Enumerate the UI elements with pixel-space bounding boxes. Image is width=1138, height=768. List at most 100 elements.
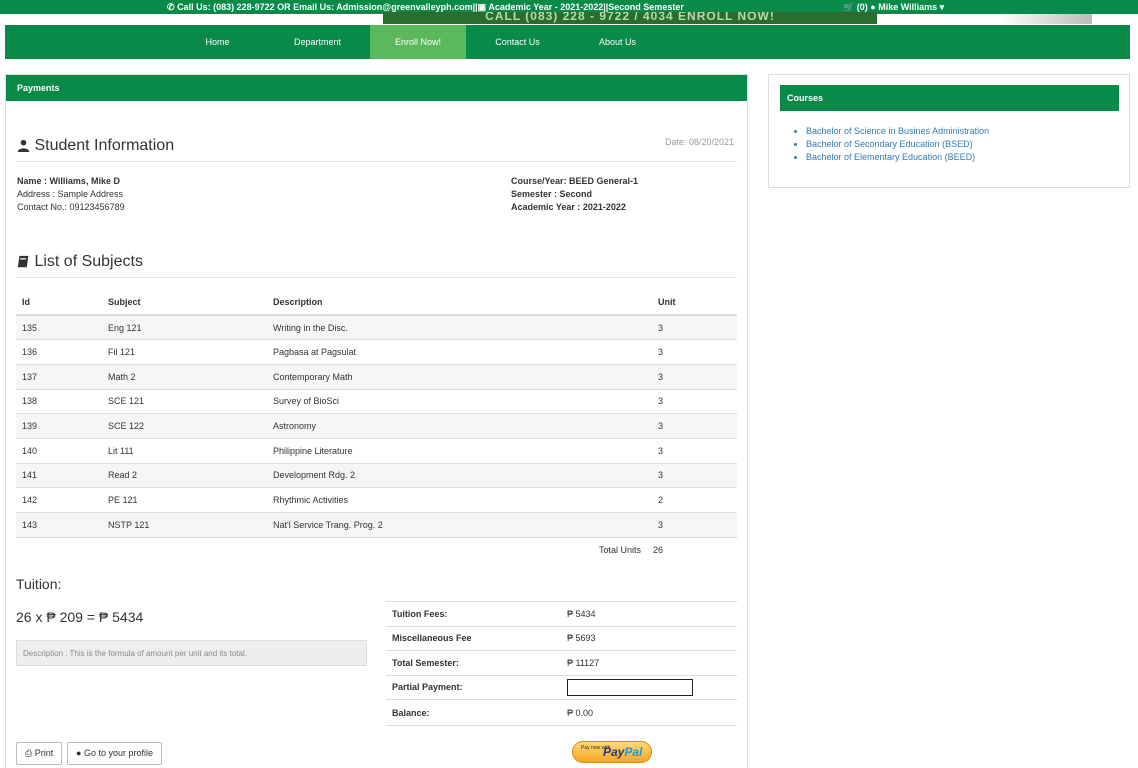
user-menu[interactable]: Mike Williams (878, 2, 937, 12)
phone-icon: ✆ (167, 2, 175, 12)
cell-id: 141 (16, 462, 102, 488)
cell-unit: 3 (652, 339, 737, 365)
user-icon: ● (76, 748, 82, 758)
cell-id: 138 (16, 388, 102, 414)
table-row: 141 Read 2 Development Rdg. 23 (16, 462, 737, 488)
student-info-heading: Student Information (17, 137, 174, 155)
table-row: 136 Fil 121 Pagbasa at Pagsulat 3 (16, 339, 737, 365)
fee-label: Balance: (386, 699, 561, 726)
total-units-value: 26 (653, 545, 664, 555)
banner-fade (1000, 14, 1092, 24)
courses-panel: Courses Bachelor of Science in Busines A… (768, 74, 1130, 188)
cell-unit: 3 (652, 388, 737, 414)
nav-about-us[interactable]: About Us (571, 25, 664, 59)
cart-count[interactable]: (0) (857, 2, 868, 12)
partial-payment-input[interactable] (567, 678, 693, 696)
table-row: 137 Math 2 Contemporary Math 3 (16, 363, 737, 390)
cell-description: Nat'l Service Trang. Prog. 2 (267, 512, 652, 538)
divider (16, 537, 737, 538)
nav-department[interactable]: Department (271, 25, 364, 59)
course-link[interactable]: Bachelor of Science in Busines Administr… (806, 125, 989, 138)
table-row: 138 SCE 121 Survey of BioSci 3 (16, 388, 737, 414)
course-link[interactable]: Bachelor of Elementary Education (BEED) (806, 151, 989, 164)
cell-id: 139 (16, 413, 102, 439)
printer-icon: ⎙ (25, 748, 33, 758)
student-details: Name : Williams, Mike D Address : Sample… (17, 175, 125, 214)
fee-row: Balance: ₱ 0.00 (386, 699, 737, 726)
date-label: Date: 08/20/2021 (665, 137, 735, 147)
cell-subject: SCE 122 (102, 413, 267, 439)
paypal-logo: PayPal (603, 745, 643, 759)
subjects-table: Id Subject Description Unit 135 Eng 121 Wr… (16, 290, 737, 538)
cell-id: 140 (16, 437, 102, 464)
enroll-banner: CALL (083) 228 - 9722 / 4034 ENROLL NOW! (383, 12, 877, 24)
cell-id: 136 (16, 339, 102, 365)
nav-home[interactable]: Home (171, 25, 264, 59)
fee-value: ₱ 5693 (561, 625, 737, 651)
academic-year: Academic Year : 2021-2022 (511, 202, 626, 212)
fee-row: Partial Payment: (386, 674, 737, 700)
cell-unit: 3 (652, 363, 737, 390)
fee-label: Total Semester: (386, 650, 561, 675)
cell-description: Writing in the Disc. (267, 314, 652, 340)
cell-unit: 3 (652, 512, 737, 538)
cell-subject: Math 2 (102, 363, 267, 390)
cell-description: Survey of BioSci (267, 388, 652, 414)
course-year: Course/Year: BEED General-1 (511, 176, 639, 186)
cell-id: 142 (16, 487, 102, 513)
divider (16, 161, 737, 162)
fee-row: Tuition Fees: ₱ 5434 (386, 601, 737, 626)
table-row: 139 SCE 122 Astronomy 3 (16, 413, 737, 439)
fee-label: Tuition Fees: (386, 601, 561, 626)
cell-id: 143 (16, 512, 102, 538)
payments-panel-title: Payments (6, 75, 747, 101)
cell-unit: 3 (652, 462, 737, 488)
user-icon (17, 140, 30, 153)
fee-row: Total Semester: ₱ 11127 (386, 650, 737, 675)
cell-unit: 2 (652, 487, 737, 513)
cell-description: Philippine Literature (267, 437, 652, 464)
cell-unit: 3 (652, 314, 737, 340)
total-units-label: Total Units (599, 545, 642, 555)
enrollment-details: Course/Year: BEED General-1 Semester : S… (511, 175, 638, 214)
table-row: 143 NSTP 121 Nat'l Service Trang. Prog. 23 (16, 512, 737, 538)
fee-label: Partial Payment: (386, 674, 561, 700)
student-address: Address : Sample Address (17, 189, 124, 199)
go-to-profile-button[interactable]: ● Go to your profile (67, 742, 162, 765)
main-navbar: Home Department Enroll Now! Contact Us A… (5, 25, 1130, 59)
subjects-heading: List of Subjects (17, 253, 143, 271)
paypal-button[interactable]: Pay now with PayPal (572, 741, 652, 763)
cart-icon[interactable]: 🛒 (843, 2, 854, 12)
fee-value: ₱ 0.00 (561, 699, 737, 726)
top-info-bar: ✆ Call Us: (083) 228-9722 OR Email Us: A… (0, 0, 1138, 24)
caret-down-icon[interactable]: ▾ (940, 2, 945, 12)
course-link[interactable]: Bachelor of Secondary Education (BSED) (806, 138, 989, 151)
print-button[interactable]: ⎙ Print (16, 742, 63, 765)
column-header: Id (16, 290, 102, 316)
fees-table: Tuition Fees: ₱ 5434 Miscellaneous Fee ₱ 5… (386, 601, 737, 726)
cell-description: Contemporary Math (267, 363, 652, 390)
cell-subject: PE 121 (102, 487, 267, 513)
cart-user[interactable]: 🛒 (0) ● Mike Williams ▾ (843, 2, 944, 13)
cell-subject: Lit 111 (102, 437, 267, 464)
student-name: Name : Williams, Mike D (17, 176, 120, 186)
cell-unit: 3 (652, 437, 737, 464)
cell-id: 137 (16, 363, 102, 390)
cell-subject: Eng 121 (102, 314, 267, 340)
table-header-row: Id Subject Description Unit (16, 290, 737, 316)
cell-subject: NSTP 121 (102, 512, 267, 538)
semester: Semester : Second (511, 189, 593, 199)
nav-contact-us[interactable]: Contact Us (471, 25, 564, 59)
tuition-heading: Tuition: (16, 576, 62, 592)
cell-subject: SCE 121 (102, 388, 267, 414)
user-icon: ● (870, 2, 876, 12)
table-row: 142 PE 121 Rhythmic Activities 2 (16, 487, 737, 513)
fee-value: ₱ 5434 (561, 601, 737, 626)
nav-enroll-now[interactable]: Enroll Now! (370, 25, 466, 59)
column-header: Unit (652, 290, 737, 316)
cell-subject: Read 2 (102, 462, 267, 488)
fee-value: ₱ 11127 (561, 650, 737, 675)
book-icon (17, 256, 29, 268)
courses-panel-title: Courses (780, 85, 1119, 111)
cell-unit: 3 (652, 413, 737, 439)
